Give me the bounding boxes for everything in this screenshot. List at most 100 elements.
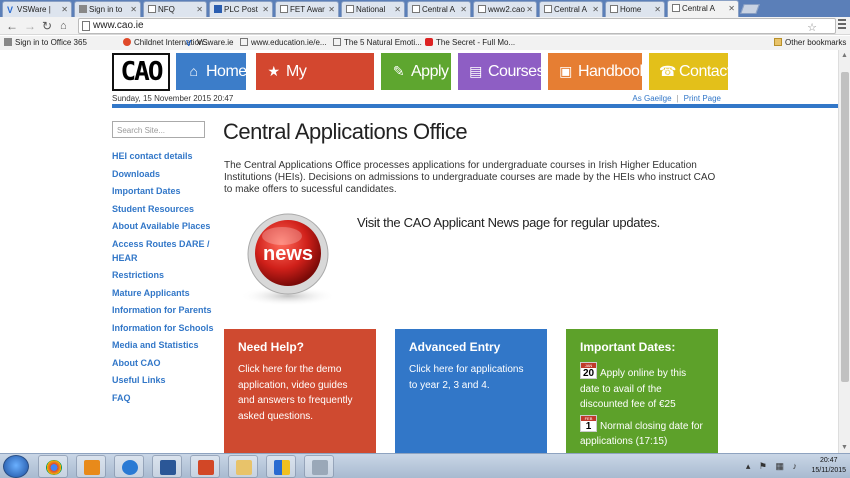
word-icon[interactable] xyxy=(152,455,182,478)
close-icon[interactable]: ✕ xyxy=(728,4,735,13)
other-bookmarks-label: Other bookmarks xyxy=(785,38,847,47)
security-shield-icon[interactable] xyxy=(266,455,296,478)
sidebar-item-schools[interactable]: Information for Schools xyxy=(112,321,217,335)
new-tab-button[interactable] xyxy=(740,4,760,14)
nav-apply-button[interactable]: ✎ Apply xyxy=(381,53,451,90)
close-icon[interactable]: ✕ xyxy=(654,5,661,14)
browser-tab[interactable]: Sign in to ✕ xyxy=(74,1,141,17)
start-button[interactable] xyxy=(3,455,29,478)
internet-explorer-icon[interactable] xyxy=(114,455,144,478)
scroll-up-icon[interactable]: ▲ xyxy=(841,52,848,59)
bookmark-item[interactable]: Sign in to Office 365 xyxy=(4,38,87,47)
close-icon[interactable]: ✕ xyxy=(262,5,269,14)
calendar-icon: FEB 1 xyxy=(580,414,597,432)
browser-tab[interactable]: Central A ✕ xyxy=(407,1,471,17)
close-icon[interactable]: ✕ xyxy=(61,5,68,14)
bookmark-star-icon[interactable]: ☆ xyxy=(807,21,817,35)
browser-tab[interactable]: V VSWare | ✕ xyxy=(2,1,72,17)
browser-tab[interactable]: Home ✕ xyxy=(605,1,665,17)
page-icon xyxy=(82,21,90,31)
media-player-icon[interactable] xyxy=(76,455,106,478)
sidebar-item-faq[interactable]: FAQ xyxy=(112,391,217,405)
nav-courses-button[interactable]: ▤ Courses xyxy=(458,53,545,90)
bookmark-item[interactable]: The Secret - Full Mo... xyxy=(425,38,515,47)
irish-language-link[interactable]: As Gaeilge xyxy=(632,94,671,103)
browser-tab[interactable]: National ✕ xyxy=(341,1,405,17)
browser-tab[interactable]: NFQ ✕ xyxy=(143,1,207,17)
advanced-entry-box[interactable]: Advanced Entry Click here for applicatio… xyxy=(395,329,547,453)
sidebar-item-about-cao[interactable]: About CAO xyxy=(112,356,217,370)
clock[interactable]: 20:47 15/11/2015 xyxy=(811,456,846,476)
need-help-box[interactable]: Need Help? Click here for the demo appli… xyxy=(224,329,376,453)
print-page-link[interactable]: Print Page xyxy=(684,94,721,103)
powerpoint-icon[interactable] xyxy=(190,455,220,478)
close-icon[interactable]: ✕ xyxy=(460,5,467,14)
site-search-input[interactable]: Search Site... xyxy=(112,121,205,138)
sidebar-item-downloads[interactable]: Downloads xyxy=(112,167,217,181)
browser-tab-strip: V VSWare | ✕ Sign in to ✕ NFQ ✕ PLC Post ✕ FE… xyxy=(0,0,850,17)
nav-home-button[interactable]: ⌂ Home xyxy=(176,53,247,90)
scroll-down-icon[interactable]: ▼ xyxy=(841,444,848,451)
calculator-icon[interactable] xyxy=(304,455,334,478)
sidebar-item-hei-contact[interactable]: HEI contact details xyxy=(112,149,217,163)
close-icon[interactable]: ✕ xyxy=(394,5,401,14)
bookmark-item[interactable]: www.education.ie/e... xyxy=(240,38,327,47)
box-title: Advanced Entry xyxy=(409,340,501,354)
sidebar-item-access-routes[interactable]: Access Routes DARE / HEAR xyxy=(112,237,217,265)
home-icon[interactable]: ⌂ xyxy=(60,18,67,34)
sidebar-item-parents[interactable]: Information for Parents xyxy=(112,303,217,317)
youtube-icon xyxy=(425,38,433,46)
bookmark-label: www.education.ie/e... xyxy=(251,38,327,47)
sidebar-item-media-statistics[interactable]: Media and Statistics xyxy=(112,338,217,352)
file-explorer-icon[interactable] xyxy=(228,455,258,478)
close-icon[interactable]: ✕ xyxy=(526,5,533,14)
page-icon xyxy=(240,38,248,46)
browser-tab[interactable]: FET Awar ✕ xyxy=(275,1,339,17)
nav-contact-button[interactable]: ☎ Contact xyxy=(649,53,731,90)
bookmark-label: VSware.ie xyxy=(197,38,234,47)
important-dates-box[interactable]: Important Dates: JAN 20 Apply online by th… xyxy=(566,329,718,453)
address-bar[interactable]: www.cao.ie ☆ xyxy=(78,18,836,34)
calendar-icon: JAN 20 xyxy=(580,362,597,379)
folder-icon xyxy=(774,38,782,46)
browser-tab[interactable]: PLC Post ✕ xyxy=(209,1,273,17)
close-icon[interactable]: ✕ xyxy=(328,5,335,14)
sidebar-item-available-places[interactable]: About Available Places xyxy=(112,219,217,233)
news-button-image[interactable]: news xyxy=(238,210,338,308)
header-divider xyxy=(112,104,838,108)
close-icon[interactable]: ✕ xyxy=(130,5,137,14)
tab-label: NFQ xyxy=(158,5,175,14)
sidebar-item-useful-links[interactable]: Useful Links xyxy=(112,373,217,387)
other-bookmarks[interactable]: Other bookmarks xyxy=(774,38,846,47)
close-icon[interactable]: ✕ xyxy=(592,5,599,14)
chrome-icon[interactable] xyxy=(38,455,68,478)
nav-my-application-button[interactable]: ★ My Application xyxy=(256,53,374,117)
page-icon xyxy=(478,5,486,13)
system-tray-icons[interactable]: ▴ ⚑ ▦ ♪ xyxy=(746,461,800,472)
top-links: As Gaeilge | Print Page xyxy=(632,94,721,103)
browser-tab-active[interactable]: Central A ✕ xyxy=(667,0,739,17)
reload-icon[interactable]: ↻ xyxy=(42,18,52,34)
sidebar-item-mature-applicants[interactable]: Mature Applicants xyxy=(112,286,217,300)
page-scrollbar[interactable]: ▲ ▼ xyxy=(838,50,850,453)
browser-tab[interactable]: Central A ✕ xyxy=(539,1,603,17)
bookmark-item[interactable]: The 5 Natural Emoti... xyxy=(333,38,422,47)
plc-icon xyxy=(214,5,222,13)
tab-label: National xyxy=(356,5,386,14)
page-title: Central Applications Office xyxy=(223,119,468,144)
sidebar-item-important-dates[interactable]: Important Dates xyxy=(112,184,217,198)
bookmark-item[interactable]: V VSware.ie xyxy=(186,38,233,48)
cao-logo[interactable]: CAO xyxy=(112,53,170,91)
back-icon[interactable]: ← xyxy=(6,18,18,34)
intro-text: The Central Applications Office processe… xyxy=(224,160,716,195)
close-icon[interactable]: ✕ xyxy=(196,5,203,14)
sidebar-item-student-resources[interactable]: Student Resources xyxy=(112,202,217,216)
sidebar-item-restrictions[interactable]: Restrictions xyxy=(112,268,217,282)
scrollbar-thumb[interactable] xyxy=(841,72,849,382)
web-page: CAO ⌂ Home ★ My Application ✎ Apply ▤ Course… xyxy=(0,50,838,453)
forward-icon[interactable]: → xyxy=(24,18,36,34)
menu-icon[interactable] xyxy=(838,19,846,31)
bookmark-label: Sign in to Office 365 xyxy=(15,38,87,47)
nav-handbook-button[interactable]: ▣ Handbook xyxy=(548,53,647,90)
browser-tab[interactable]: www2.cao ✕ xyxy=(473,1,537,17)
